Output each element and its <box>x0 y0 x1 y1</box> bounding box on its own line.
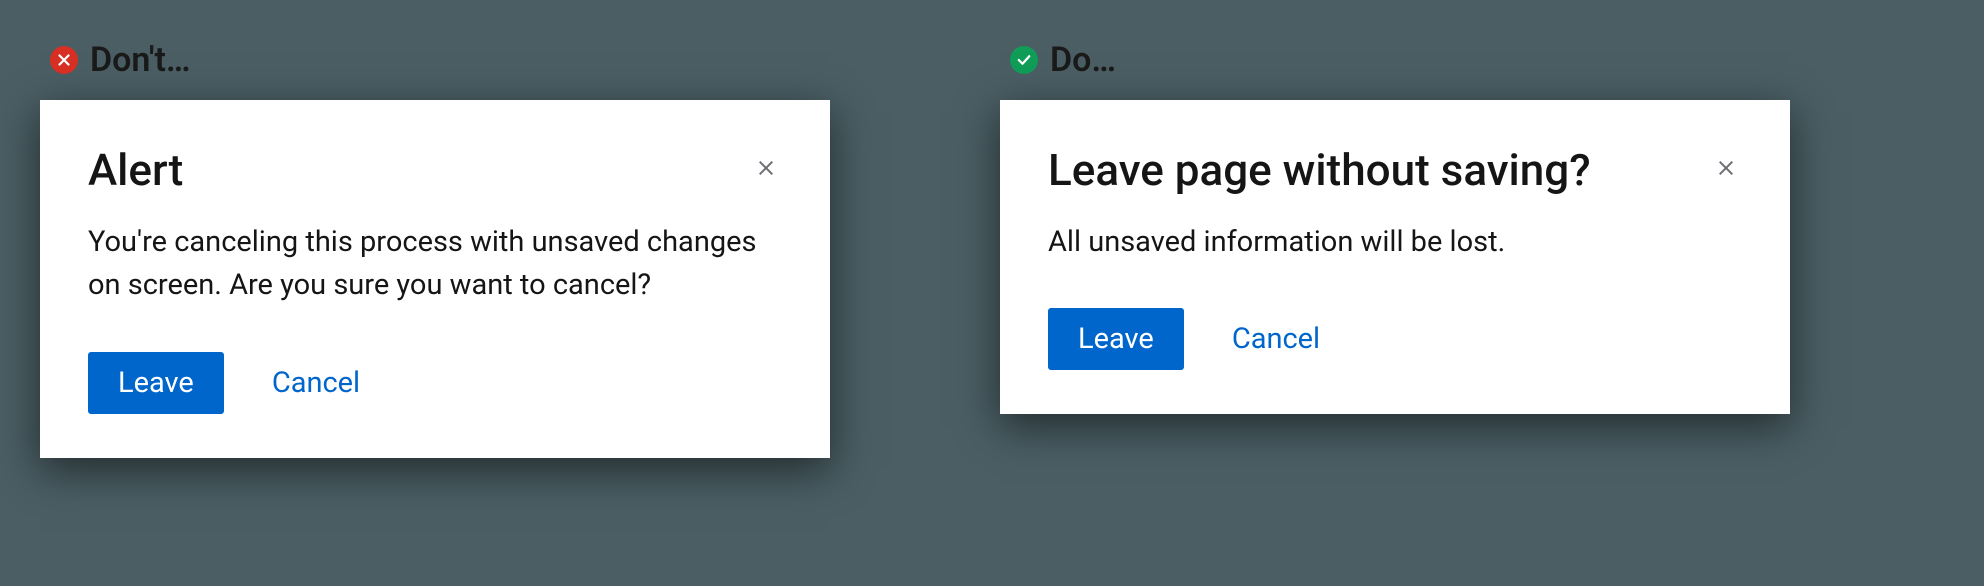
dont-modal-body: You're canceling this process with unsav… <box>88 221 782 308</box>
close-icon <box>1714 155 1738 186</box>
dont-example: Don't… Alert You're canceling this proce… <box>40 40 830 458</box>
do-modal-body: All unsaved information will be lost. <box>1048 221 1742 265</box>
do-modal-title: Leave page without saving? <box>1048 144 1591 197</box>
dont-label-row: Don't… <box>50 40 830 80</box>
examples-wrapper: Don't… Alert You're canceling this proce… <box>40 40 1944 458</box>
do-label-row: Do… <box>1010 40 1790 80</box>
cancel-button[interactable]: Cancel <box>260 352 372 414</box>
leave-button[interactable]: Leave <box>1048 308 1184 370</box>
dont-label-text: Don't… <box>90 40 190 80</box>
leave-button[interactable]: Leave <box>88 352 224 414</box>
do-modal: Leave page without saving? All unsaved i… <box>1000 100 1790 414</box>
close-button[interactable] <box>1710 152 1742 189</box>
dont-modal-title: Alert <box>88 144 183 197</box>
cross-circle-icon <box>50 46 78 74</box>
dont-modal-header: Alert <box>88 144 782 197</box>
dont-modal-footer: Leave Cancel <box>88 352 782 414</box>
close-button[interactable] <box>750 152 782 189</box>
close-icon <box>754 155 778 186</box>
dont-modal: Alert You're canceling this process with… <box>40 100 830 458</box>
do-modal-footer: Leave Cancel <box>1048 308 1742 370</box>
cancel-button[interactable]: Cancel <box>1220 308 1332 370</box>
do-example: Do… Leave page without saving? All unsav… <box>1000 40 1790 414</box>
do-modal-header: Leave page without saving? <box>1048 144 1742 197</box>
check-circle-icon <box>1010 46 1038 74</box>
do-label-text: Do… <box>1050 40 1116 80</box>
